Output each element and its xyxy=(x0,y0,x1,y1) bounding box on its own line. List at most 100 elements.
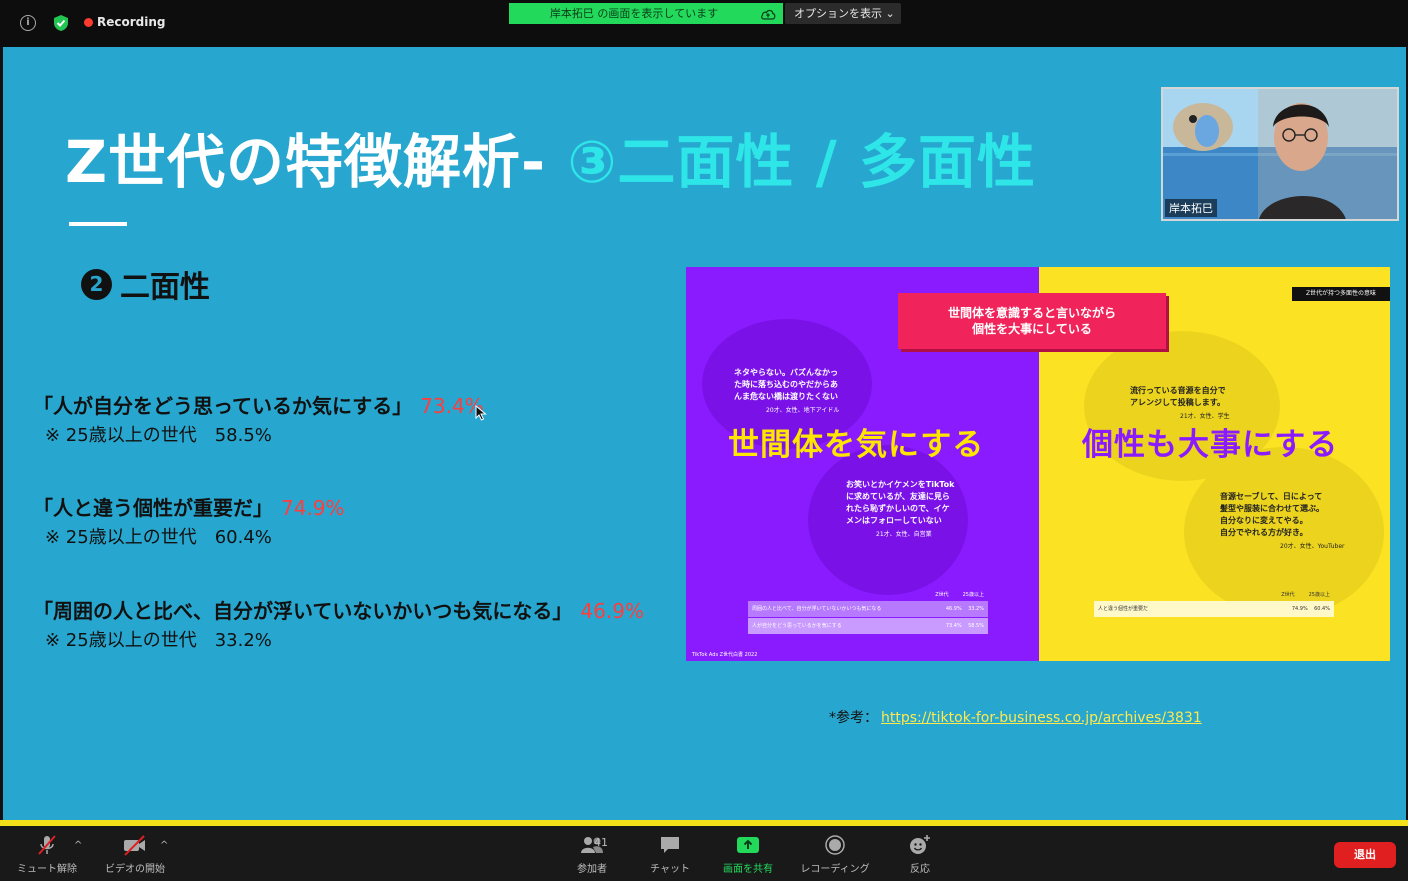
video-off-icon xyxy=(124,835,145,856)
table-cell: 周囲の人と比べて、自分が浮いていないかいつも気になる xyxy=(752,606,882,612)
quote-meta: 20才、女性、地下アイドル xyxy=(766,407,840,414)
table-cell: 46.9% xyxy=(945,606,962,612)
quote-line: 髪型や服装に合わせて選ぶ。 xyxy=(1220,504,1324,513)
table-header: 25歳以上 xyxy=(1308,592,1330,598)
table-row: 人が自分をどう思っているかを気にする 73.4% 58.5% xyxy=(748,618,988,634)
reactions-smiley-icon xyxy=(910,835,930,854)
mouse-cursor-icon xyxy=(475,405,487,421)
table-cell: 33.2% xyxy=(968,606,984,612)
stat-item: 「周囲の人と比べ、自分が浮いていないかいつも気になる」 46.9% ※ 25歳以上… xyxy=(33,595,644,652)
quote-text: 流行っている音源を自分で アレンジして投稿します。 21才、女性、学生 xyxy=(1130,385,1230,423)
quote-line: 音源セーブして、日によって xyxy=(1220,492,1323,501)
reactions-button[interactable]: 反応 xyxy=(902,834,938,875)
meeting-top-bar: i Recording 岸本拓巳 の画面を表示しています オプションを表示 ⌄ xyxy=(0,0,1408,47)
share-screen-icon xyxy=(737,837,759,853)
table-cell: 60.4% xyxy=(1314,606,1330,612)
section-label: 二面性 xyxy=(120,270,210,305)
quote-text: 音源セーブして、日によって 髪型や服装に合わせて選ぶ。 自分なりに変えてやる。 … xyxy=(1220,491,1345,553)
quote-line: れたら恥ずかしいので、イケ xyxy=(846,504,950,513)
section-heading: 2 二面性 xyxy=(81,262,210,306)
quote-text: お笑いとかイケメンをTikTok に求めているが、友達に見ら れたら恥ずかしいの… xyxy=(846,479,955,541)
quote-line: お笑いとかイケメンをTikTok xyxy=(846,480,955,489)
quote-meta: 20才、女性、YouTuber xyxy=(1280,543,1345,550)
participants-count: 41 xyxy=(594,836,608,849)
table-cell: 74.9% xyxy=(1291,606,1308,612)
table-row: 人と違う個性が重要だ 74.9% 60.4% xyxy=(1094,601,1334,617)
title-divider xyxy=(69,222,127,226)
table-header: Z世代 xyxy=(1281,592,1295,598)
headline-line: 個性を大事にしている xyxy=(972,322,1092,336)
chat-button[interactable]: チャット xyxy=(646,834,694,875)
stat-text: 「周囲の人と比べ、自分が浮いていないかいつも気になる」 xyxy=(33,599,573,623)
table-cell: 人が自分をどう思っているかを気にする xyxy=(752,623,842,629)
slide-title-main: Z世代の特徴解析- xyxy=(65,128,568,196)
chat-label: チャット xyxy=(650,864,690,875)
mini-table-right: Z世代 25歳以上 人と違う個性が重要だ 74.9% 60.4% xyxy=(1094,589,1334,617)
start-video-label: ビデオの開始 xyxy=(105,864,165,875)
info-icon[interactable]: i xyxy=(20,15,36,31)
recording-dot-icon xyxy=(84,18,93,27)
participant-video-tile[interactable]: 岸本拓巳 xyxy=(1161,87,1399,221)
participants-button[interactable]: 41 参加者 xyxy=(570,834,614,875)
quote-line: 自分でやれる方が好き。 xyxy=(1220,528,1308,537)
participant-name-label: 岸本拓巳 xyxy=(1165,199,1217,217)
slide-title: Z世代の特徴解析- ③二面性 / 多面性 xyxy=(65,115,1036,199)
cloud-upload-icon[interactable] xyxy=(760,7,776,20)
table-header: 25歳以上 xyxy=(962,592,984,598)
security-shield-icon[interactable] xyxy=(53,14,69,32)
share-screen-button[interactable]: 画面を共有 xyxy=(720,834,776,875)
chat-icon xyxy=(661,837,679,853)
quote-text: ネタやらない。バズんなかっ た時に落ち込むのやだからあ んま危ない橋は渡りたくな… xyxy=(734,367,839,417)
headline-line: 世間体を意識すると言いながら xyxy=(947,306,1116,320)
record-button[interactable]: レコーディング xyxy=(796,834,874,875)
stat-comparison: ※ 25歳以上の世代 58.5% xyxy=(45,425,272,446)
thumbnail-headline-box: 世間体を意識すると言いながら 個性を大事にしている xyxy=(898,293,1166,349)
participants-label: 参加者 xyxy=(577,864,607,875)
quote-line: 自分なりに変えてやる。 xyxy=(1220,516,1308,525)
thumbnail-tag: Z世代が持つ多面性の意味 xyxy=(1292,287,1390,301)
table-cell: 人と違う個性が重要だ xyxy=(1098,606,1149,612)
quote-line: 流行っている音源を自分で xyxy=(1130,386,1226,395)
unmute-button[interactable]: ミュート解除 xyxy=(14,834,80,875)
stat-percent: 46.9% xyxy=(580,599,644,623)
thumbnail-footer: TikTok Ads Z世代白書 2022 xyxy=(692,652,758,658)
quote-line: メンはフォローしていない xyxy=(846,516,942,525)
share-screen-label: 画面を共有 xyxy=(723,864,773,875)
thumbnail-big-left: 世間体を気にする xyxy=(728,427,985,463)
quote-line: んま危ない橋は渡りたくない xyxy=(734,392,838,401)
stat-comparison: ※ 25歳以上の世代 33.2% xyxy=(45,630,272,651)
share-banner-text: 岸本拓巳 の画面を表示しています xyxy=(549,7,719,20)
stat-comparison: ※ 25歳以上の世代 60.4% xyxy=(45,527,272,548)
muted-mic-icon xyxy=(38,835,56,855)
mini-table-left: Z世代 25歳以上 周囲の人と比べて、自分が浮いていないかいつも気になる 46.… xyxy=(748,589,988,634)
stat-text: 「人と違う個性が重要だ」 xyxy=(33,496,273,520)
table-cell: 58.5% xyxy=(968,623,984,629)
unmute-label: ミュート解除 xyxy=(17,864,77,875)
quote-line: に求めているが、友達に見ら xyxy=(846,492,950,501)
leave-meeting-button[interactable]: 退出 xyxy=(1334,842,1396,868)
stat-percent: 74.9% xyxy=(281,496,345,520)
reference-note: *参考： https://tiktok-for-business.co.jp/ar… xyxy=(829,707,1202,727)
slide-title-accent: ③二面性 / 多面性 xyxy=(567,128,1037,196)
quote-meta: 21才、女性、自営業 xyxy=(876,531,932,538)
stat-item: 「人と違う個性が重要だ」 74.9% ※ 25歳以上の世代 60.4% xyxy=(33,492,345,549)
record-label: レコーディング xyxy=(800,864,870,875)
quote-meta: 21才、女性、学生 xyxy=(1180,413,1230,420)
reference-link[interactable]: https://tiktok-for-business.co.jp/archiv… xyxy=(881,710,1202,726)
section-number-badge: 2 xyxy=(81,268,112,300)
table-cell: 73.4% xyxy=(945,623,962,629)
table-row: 周囲の人と比べて、自分が浮いていないかいつも気になる 46.9% 33.2% xyxy=(748,601,988,617)
quote-line: ネタやらない。バズんなかっ xyxy=(734,368,838,377)
video-options-caret-icon[interactable]: ^ xyxy=(160,840,168,851)
view-options-button[interactable]: オプションを表示 ⌄ xyxy=(785,3,901,24)
reactions-label: 反応 xyxy=(910,864,930,875)
record-icon xyxy=(825,835,845,855)
recording-indicator[interactable]: Recording xyxy=(97,15,166,29)
quote-line: アレンジして投稿します。 xyxy=(1130,398,1225,407)
thumbnail-big-right: 個性も大事にする xyxy=(1082,427,1339,463)
tiktok-report-image: 世間体を意識すると言いながら 個性を大事にしている Z世代が持つ多面性の意味 ネ… xyxy=(686,267,1390,661)
audio-options-caret-icon[interactable]: ^ xyxy=(74,840,82,851)
table-header: Z世代 xyxy=(935,592,949,598)
meeting-toolbar: ミュート解除 ^ ビデオの開始 ^ 41 参加者 チャット 画面を共有 レコーデ… xyxy=(0,826,1408,881)
screen-share-banner: 岸本拓巳 の画面を表示しています xyxy=(509,3,783,24)
